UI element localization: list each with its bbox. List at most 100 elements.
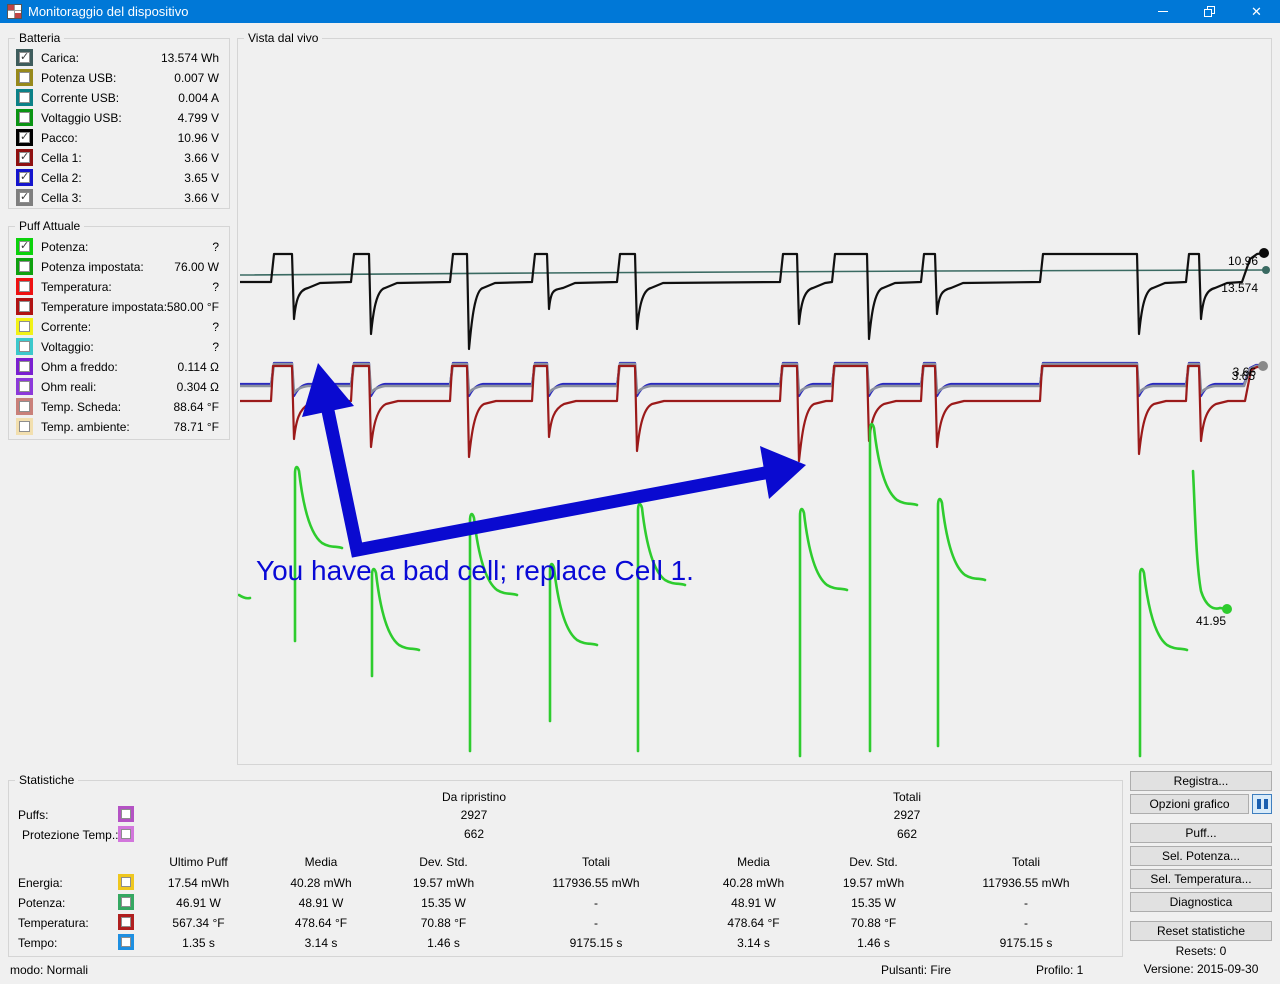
- series-color-checkbox[interactable]: [16, 358, 33, 375]
- series-color-checkbox[interactable]: ✓: [16, 238, 33, 255]
- series-color-checkbox[interactable]: ✓: [16, 169, 33, 186]
- series-color-checkbox[interactable]: ✓: [16, 129, 33, 146]
- series-color-checkbox[interactable]: [16, 318, 33, 335]
- col-header: Media: [256, 855, 386, 869]
- stat-value: 48.91 W: [691, 896, 816, 910]
- device-monitor-window: Monitoraggio del dispositivo ✕ Batteria …: [0, 0, 1280, 984]
- cell3-voltage-line: [240, 364, 1263, 393]
- sel-potenza-button[interactable]: Sel. Potenza...: [1130, 846, 1272, 866]
- stat-value: 19.57 mWh: [816, 876, 931, 890]
- opzioni-grafico-button[interactable]: Opzioni grafico: [1130, 794, 1249, 814]
- series-color-checkbox[interactable]: [16, 69, 33, 86]
- series-label: Potenza impostata:: [41, 257, 144, 277]
- series-color-checkbox[interactable]: ✓: [16, 189, 33, 206]
- row-label: Temperatura:: [18, 916, 89, 930]
- stat-value: 15.35 W: [816, 896, 931, 910]
- battery-row: Potenza USB:0.007 W: [13, 68, 227, 88]
- series-label: Voltaggio USB:: [41, 108, 122, 128]
- series-color-checkbox[interactable]: ✓: [16, 49, 33, 66]
- series-label: Carica:: [41, 48, 79, 68]
- puff-row: Voltaggio:?: [13, 337, 227, 357]
- series-color-checkbox[interactable]: ✓: [16, 149, 33, 166]
- pack-end-label: 10.96: [1228, 254, 1258, 268]
- stat-value: 40.28 mWh: [256, 876, 386, 890]
- series-label: Temperatura:: [41, 277, 112, 297]
- series-value: 78.71 °F: [174, 417, 220, 437]
- col-header: Media: [691, 855, 816, 869]
- series-color-checkbox[interactable]: [16, 109, 33, 126]
- series-label: Temp. ambiente:: [41, 417, 130, 437]
- puffs-color-checkbox[interactable]: [118, 806, 134, 822]
- row-color-checkbox[interactable]: [118, 934, 134, 950]
- series-color-checkbox[interactable]: [16, 418, 33, 435]
- group-header-da-ripristino: Da ripristino: [374, 790, 574, 804]
- tempprot-color-checkbox[interactable]: [118, 826, 134, 842]
- series-label: Temp. Scheda:: [41, 397, 121, 417]
- pack-voltage-line: [240, 253, 1264, 349]
- pause-icon: [1257, 799, 1261, 809]
- series-label: Potenza USB:: [41, 68, 116, 88]
- series-color-checkbox[interactable]: [16, 278, 33, 295]
- stat-value: 70.88 °F: [816, 916, 931, 930]
- minimize-icon: [1158, 11, 1168, 12]
- col-header: Dev. Std.: [816, 855, 931, 869]
- series-label: Cella 3:: [41, 188, 82, 208]
- col-header: Totali: [931, 855, 1121, 869]
- row-color-checkbox[interactable]: [118, 914, 134, 930]
- stat-value: 46.91 W: [141, 896, 256, 910]
- reset-statistiche-button[interactable]: Reset statistiche: [1130, 921, 1272, 941]
- row-color-checkbox[interactable]: [118, 894, 134, 910]
- series-color-checkbox[interactable]: [16, 338, 33, 355]
- pack-end-dot: [1259, 248, 1269, 258]
- stats-row-potenza: Potenza: 46.91 W 48.91 W 15.35 W - 48.91…: [9, 896, 1122, 912]
- stat-value: 9175.15 s: [931, 936, 1121, 950]
- stat-value: 15.35 W: [386, 896, 501, 910]
- row-label: Potenza:: [18, 896, 65, 910]
- series-color-checkbox[interactable]: [16, 298, 33, 315]
- puffs-label: Puffs:: [18, 808, 48, 822]
- sel-temperatura-button[interactable]: Sel. Temperatura...: [1130, 869, 1272, 889]
- stat-value: 478.64 °F: [691, 916, 816, 930]
- stat-value: 17.54 mWh: [141, 876, 256, 890]
- stat-value: 1.35 s: [141, 936, 256, 950]
- stats-header-row: Ultimo Puff Media Dev. Std. Totali Media…: [9, 855, 1122, 871]
- row-label: Energia:: [18, 876, 63, 890]
- series-label: Ohm a freddo:: [41, 357, 118, 377]
- cell2-voltage-line: [240, 363, 1263, 396]
- cell-lo-end-label: 3.65: [1232, 369, 1256, 383]
- row-color-checkbox[interactable]: [118, 874, 134, 890]
- status-mode: modo: Normali: [10, 963, 88, 977]
- series-value: 88.64 °F: [174, 397, 220, 417]
- series-color-checkbox[interactable]: [16, 398, 33, 415]
- stats-row-energia: Energia: 17.54 mWh 40.28 mWh 19.57 mWh 1…: [9, 876, 1122, 892]
- registra-button[interactable]: Registra...: [1130, 771, 1272, 791]
- series-value: 13.574 Wh: [161, 48, 219, 68]
- series-color-checkbox[interactable]: [16, 89, 33, 106]
- live-view-group-title: Vista dal vivo: [244, 31, 322, 45]
- stat-value: 3.14 s: [691, 936, 816, 950]
- battery-row: Voltaggio USB: 4.799 V: [13, 108, 227, 128]
- puff-row: Temperatura:?: [13, 277, 227, 297]
- pause-chart-button[interactable]: [1252, 794, 1272, 814]
- battery-row: ✓Cella 2:3.65 V: [13, 168, 227, 188]
- battery-group: Batteria ✓Carica:13.574 Wh Potenza USB:0…: [8, 38, 230, 209]
- stat-value: 3.14 s: [256, 936, 386, 950]
- series-value: 76.00 W: [174, 257, 219, 277]
- restore-button[interactable]: [1186, 0, 1233, 23]
- cell1-voltage-line: [240, 366, 1263, 461]
- battery-row: ✓Cella 1:3.66 V: [13, 148, 227, 168]
- current-puff-group-title: Puff Attuale: [15, 219, 84, 233]
- puff-button[interactable]: Puff...: [1130, 823, 1272, 843]
- series-color-checkbox[interactable]: [16, 378, 33, 395]
- battery-row: ✓Pacco:10.96 V: [13, 128, 227, 148]
- close-button[interactable]: ✕: [1233, 0, 1280, 23]
- series-value: 0.114 Ω: [178, 357, 219, 377]
- minimize-button[interactable]: [1139, 0, 1186, 23]
- series-value: 4.799 V: [178, 108, 219, 128]
- stat-value: -: [501, 916, 691, 930]
- series-value: ?: [212, 337, 219, 357]
- series-label: Corrente USB:: [41, 88, 119, 108]
- series-color-checkbox[interactable]: [16, 258, 33, 275]
- diagnostica-button[interactable]: Diagnostica: [1130, 892, 1272, 912]
- series-value: ?: [212, 237, 219, 257]
